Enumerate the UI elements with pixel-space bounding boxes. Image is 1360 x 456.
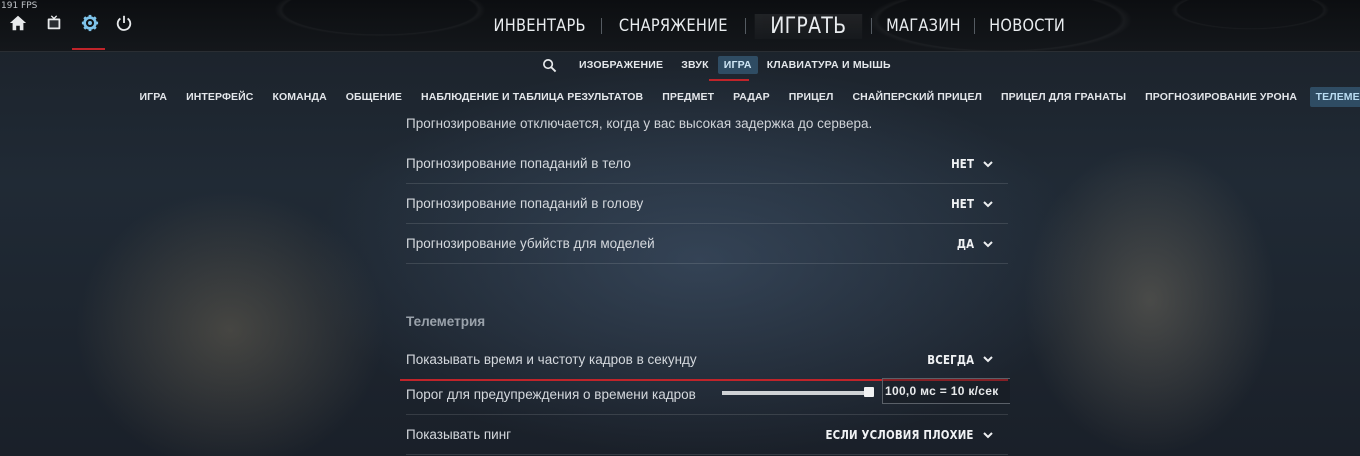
setting-label: Прогнозирование убийств для моделей — [406, 236, 655, 251]
game-tab-indicator — [709, 79, 749, 81]
subtab-interface[interactable]: ИНТЕРФЕЙС — [177, 91, 263, 103]
chevron-down-icon[interactable] — [982, 238, 994, 250]
home-icon[interactable] — [7, 12, 29, 34]
nav-separator — [744, 18, 746, 34]
setting-label: Прогнозирование попаданий в голову — [406, 196, 644, 211]
subtab-damage-prediction[interactable]: ПРОГНОЗИРОВАНИЕ УРОНА — [1136, 91, 1307, 103]
subtab-game[interactable]: ИГРА — [130, 91, 177, 103]
setting-value[interactable]: ВСЕГДА — [927, 352, 974, 367]
settings-nav: ИЗОБРАЖЕНИЕ ЗВУК ИГРА КЛАВИАТУРА И МЫШЬ — [540, 54, 900, 76]
subtab-sniper-crosshair[interactable]: СНАЙПЕРСКИЙ ПРИЦЕЛ — [843, 91, 992, 103]
setting-row-frametime-threshold: Порог для предупреждения о времени кадро… — [406, 375, 1010, 415]
subtab-grenade-crosshair[interactable]: ПРИЦЕЛ ДЛЯ ГРАНАТЫ — [992, 91, 1136, 103]
main-nav: ИНВЕНТАРЬ СНАРЯЖЕНИЕ ИГРАТЬ МАГАЗИН НОВО… — [478, 0, 1080, 52]
nav-separator — [974, 18, 976, 34]
subtab-spectator-scoreboard[interactable]: НАБЛЮДЕНИЕ И ТАБЛИЦА РЕЗУЛЬТАТОВ — [412, 91, 653, 103]
nav-store[interactable]: МАГАЗИН — [879, 16, 967, 36]
game-subtabs: ИГРА ИНТЕРФЕЙС КОМАНДА ОБЩЕНИЕ НАБЛЮДЕНИ… — [130, 87, 1360, 107]
setting-label: Прогнозирование попаданий в тело — [406, 156, 631, 171]
settings-active-indicator — [72, 48, 105, 50]
setting-row-show-ping[interactable]: Показывать пинг ЕСЛИ УСЛОВИЯ ПЛОХИЕ — [406, 415, 1008, 455]
subtab-telemetry[interactable]: ТЕЛЕМЕТРИЯ — [1309, 87, 1360, 107]
setting-value[interactable]: ЕСЛИ УСЛОВИЯ ПЛОХИЕ — [826, 427, 974, 442]
setting-label: Показывать пинг — [406, 427, 512, 442]
nav-inventory[interactable]: ИНВЕНТАРЬ — [487, 16, 593, 36]
subtab-communication[interactable]: ОБЩЕНИЕ — [336, 91, 411, 103]
chevron-down-icon[interactable] — [982, 198, 994, 210]
prediction-note: Прогнозирование отключается, когда у вас… — [406, 116, 873, 131]
subtab-team[interactable]: КОМАНДА — [263, 91, 336, 103]
setting-value[interactable]: НЕТ — [951, 196, 974, 211]
nav-loadout[interactable]: СНАРЯЖЕНИЕ — [612, 16, 735, 36]
nav-separator — [870, 18, 872, 34]
search-icon[interactable] — [540, 56, 558, 74]
tab-keyboard-mouse[interactable]: КЛАВИАТУРА И МЫШЬ — [758, 59, 900, 71]
tab-video[interactable]: ИЗОБРАЖЕНИЕ — [570, 59, 672, 71]
slider-thumb[interactable] — [864, 387, 874, 397]
nav-separator — [601, 18, 603, 34]
chevron-down-icon[interactable] — [982, 353, 994, 365]
setting-row-head-hits[interactable]: Прогнозирование попаданий в голову НЕТ — [406, 184, 1008, 224]
telemetry-section-title: Телеметрия — [406, 314, 486, 329]
subtab-crosshair[interactable]: ПРИЦЕЛ — [779, 91, 843, 103]
setting-row-kill-prediction[interactable]: Прогнозирование убийств для моделей ДА — [406, 224, 1008, 264]
gear-icon[interactable] — [79, 12, 101, 34]
tab-audio[interactable]: ЗВУК — [672, 59, 718, 71]
settings-panel: Прогнозирование отключается, когда у вас… — [400, 108, 1010, 456]
subtab-item[interactable]: ПРЕДМЕТ — [653, 91, 724, 103]
setting-row-body-hits[interactable]: Прогнозирование попаданий в тело НЕТ — [406, 144, 1008, 184]
top-bar: 191 FPS ИНВЕНТАРЬ СНАРЯЖЕНИЕ ИГРАТЬ МАГА… — [0, 0, 1360, 52]
setting-value[interactable]: НЕТ — [951, 156, 974, 171]
tab-game[interactable]: ИГРА — [717, 56, 758, 74]
frametime-slider[interactable] — [722, 391, 874, 395]
chevron-down-icon[interactable] — [982, 429, 994, 441]
subtab-radar[interactable]: РАДАР — [724, 91, 780, 103]
fps-counter: 191 FPS — [1, 1, 38, 11]
setting-label: Порог для предупреждения о времени кадро… — [406, 387, 696, 402]
setting-value[interactable]: ДА — [957, 236, 974, 251]
tv-icon[interactable] — [43, 12, 65, 34]
nav-play[interactable]: ИГРАТЬ — [754, 13, 862, 39]
frametime-value-field[interactable]: 100,0 мс = 10 к/сек — [882, 378, 1010, 404]
power-icon[interactable] — [113, 12, 135, 34]
nav-news[interactable]: НОВОСТИ — [983, 16, 1073, 36]
setting-row-show-frametime[interactable]: Показывать время и частоту кадров в секу… — [400, 339, 1008, 381]
chevron-down-icon[interactable] — [982, 158, 994, 170]
setting-label: Показывать время и частоту кадров в секу… — [406, 351, 697, 367]
